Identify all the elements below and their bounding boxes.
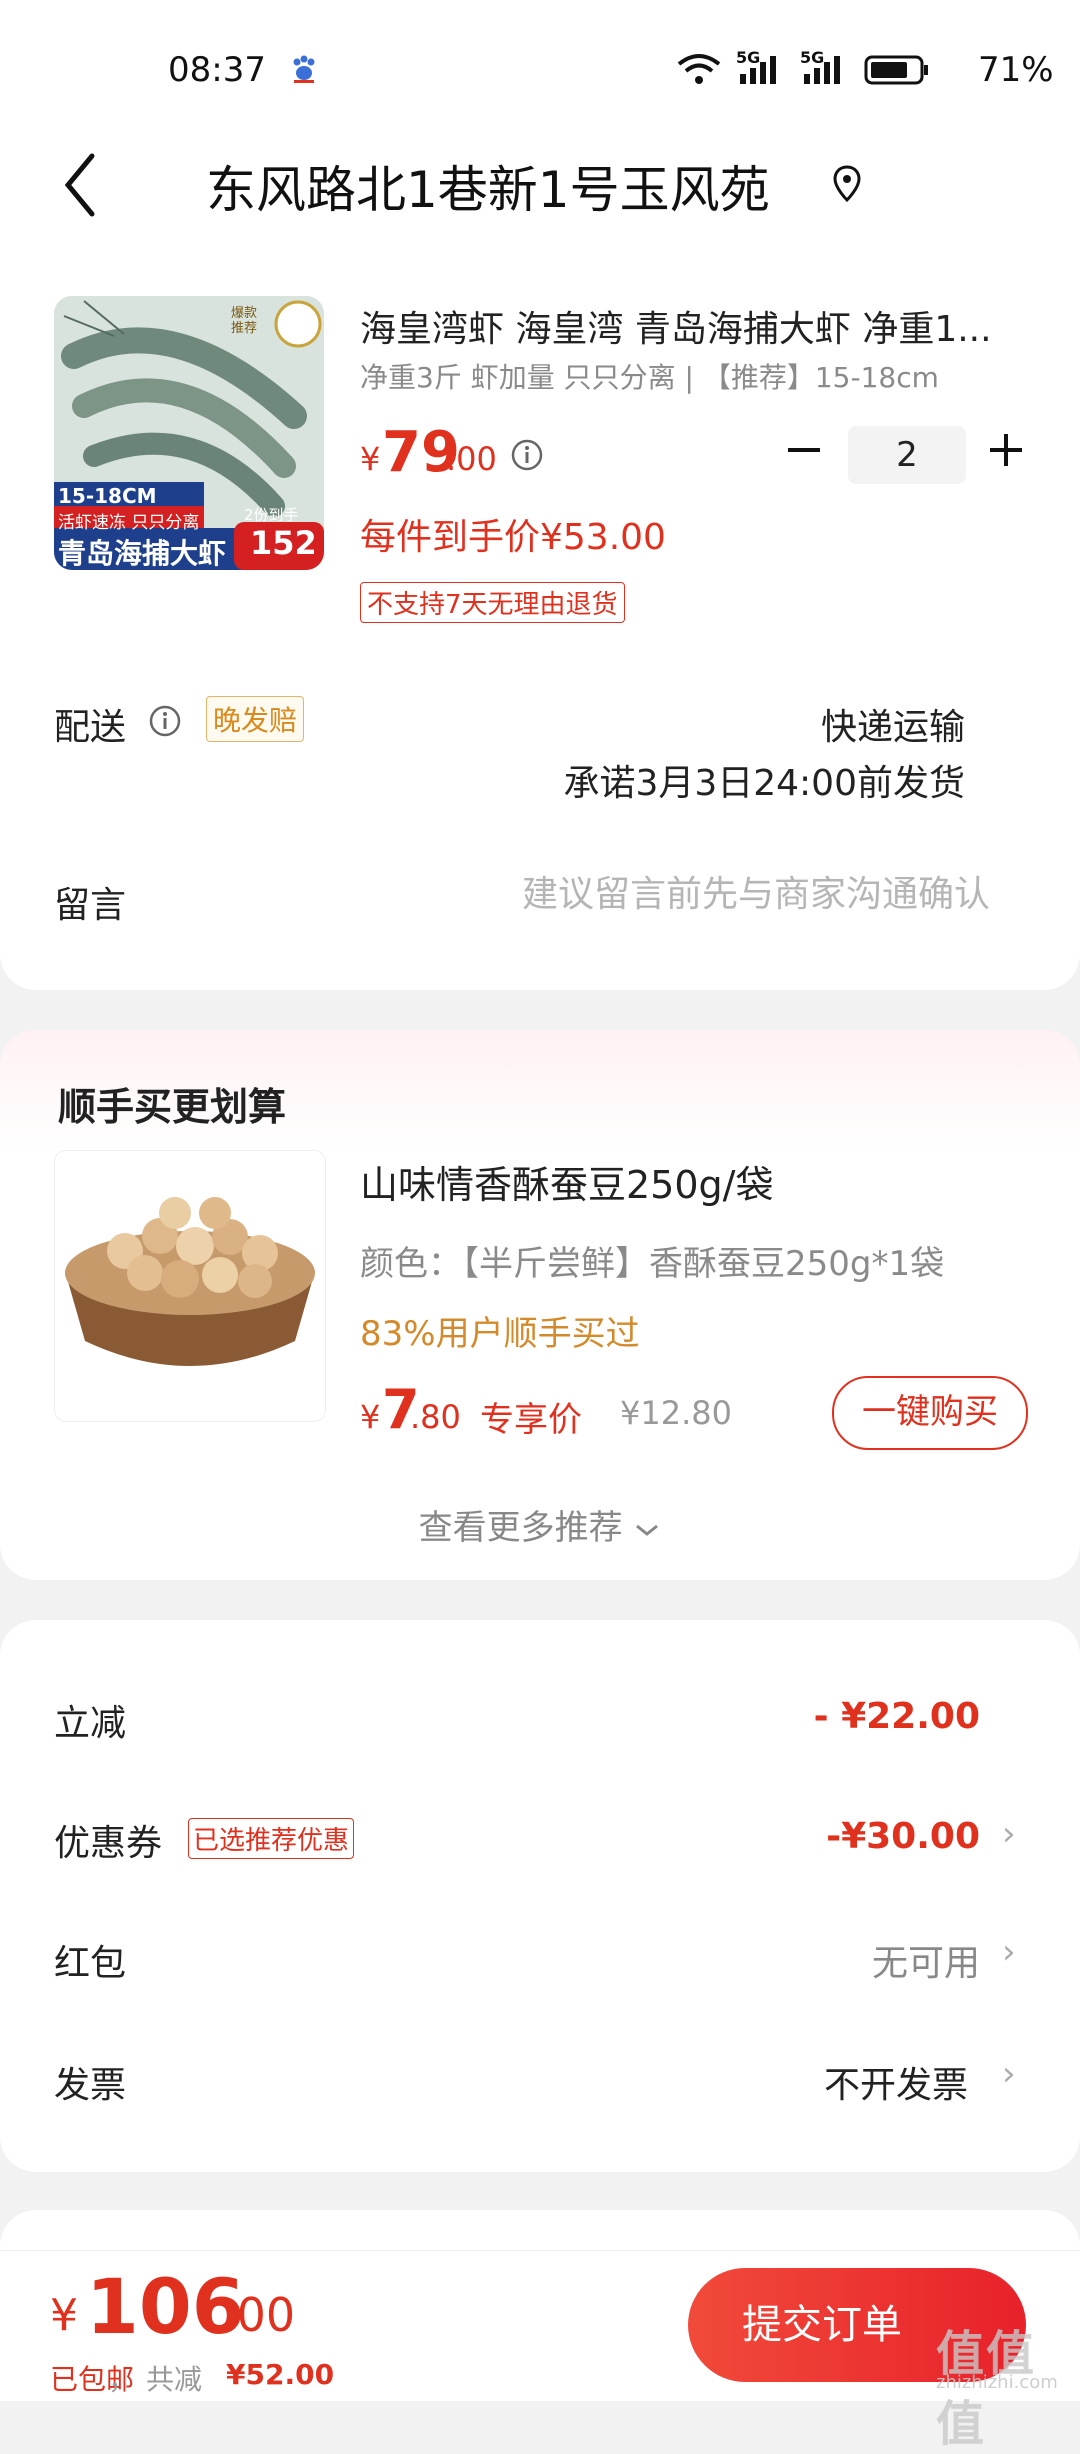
increase-quantity-button[interactable]: [988, 432, 1024, 468]
coupon-selected-badge: 已选推荐优惠: [188, 1818, 355, 1859]
signal-icon: [740, 56, 776, 84]
message-label: 留言: [54, 885, 127, 926]
beans-bowl-illustration: [55, 1151, 325, 1421]
submit-order-label: 提交订单: [742, 2302, 902, 2348]
coupon-value[interactable]: -¥30.00: [826, 1816, 980, 1857]
upsell-price-symbol: ¥: [360, 1398, 381, 1436]
red-packet-chevron-icon[interactable]: ›: [1002, 1932, 1016, 1972]
battery-percent: 71%: [978, 50, 1054, 90]
watermark-sub: zhizhizhi.com: [936, 2372, 1058, 2393]
product-spec[interactable]: 净重3斤 虾加量 只只分离 | 【推荐】15-18cm: [360, 356, 1040, 396]
shipping-label: 配送: [54, 707, 127, 748]
more-recommendations[interactable]: 查看更多推荐: [0, 1500, 1080, 1549]
total-symbol: ¥: [50, 2290, 78, 2341]
price-decimal: .00: [446, 440, 497, 478]
image-size-label: 15-18CM: [58, 484, 157, 508]
image-promo-label: 2份到手: [244, 506, 299, 524]
instant-discount-label: 立减: [54, 1703, 127, 1744]
image-promo-price: 152: [250, 524, 317, 562]
info-icon[interactable]: [510, 438, 544, 472]
delivery-address[interactable]: 东风路北1巷新1号玉风苑: [206, 150, 770, 222]
paw-icon: [293, 55, 315, 83]
upsell-price-decimal: .80: [410, 1398, 461, 1436]
invoice-label: 发票: [54, 2065, 127, 2106]
location-pin-icon[interactable]: [832, 164, 862, 204]
upsell-social-proof: 83%用户顺手买过: [360, 1314, 640, 1354]
battery-icon: [864, 55, 928, 85]
coupon-chevron-icon[interactable]: ›: [1002, 1814, 1016, 1854]
upsell-product-title[interactable]: 山味情香酥蚕豆250g/袋: [360, 1154, 773, 1209]
message-input[interactable]: [390, 874, 990, 915]
shipping-method: 快递运输: [820, 707, 965, 748]
more-recommendations-label: 查看更多推荐: [418, 1508, 623, 1548]
image-tag-2: 青岛海捕大虾: [58, 537, 227, 570]
price-symbol: ¥: [360, 440, 381, 478]
shipping-info-icon[interactable]: [148, 704, 182, 738]
instant-discount-value: - ¥22.00: [813, 1696, 980, 1737]
back-arrow-icon[interactable]: [60, 150, 100, 220]
red-packet-value[interactable]: 无可用: [872, 1934, 980, 1986]
unit-final-price: 每件到手价¥53.00: [360, 517, 666, 558]
total-integer: 106: [86, 2262, 245, 2351]
decrease-quantity-button[interactable]: [786, 432, 822, 468]
signal-icon-2: [804, 56, 840, 84]
total-decimal: .00: [222, 2288, 296, 2342]
invoice-value[interactable]: 不开发票: [824, 2056, 968, 2108]
image-tag-1: 活虾速冻 只只分离: [58, 513, 200, 533]
product-title[interactable]: 海皇湾虾 海皇湾 青岛海捕大虾 净重1...: [360, 300, 1030, 352]
invoice-chevron-icon[interactable]: ›: [1002, 2054, 1016, 2094]
status-time: 08:37: [168, 50, 266, 90]
saved-label: 共减: [146, 2363, 203, 2396]
coupon-label: 优惠券: [54, 1823, 163, 1864]
saved-value: ¥52.00: [226, 2358, 335, 2391]
wifi-icon: [677, 54, 721, 84]
upsell-title: 顺手买更划算: [58, 1085, 287, 1129]
separator: ，: [108, 2363, 137, 2396]
no-return-badge: 不支持7天无理由退货: [360, 582, 625, 623]
upsell-product-spec: 颜色：【半斤尝鲜】香酥蚕豆250g*1袋: [360, 1244, 945, 1284]
one-click-buy-button[interactable]: 一键购买: [832, 1376, 1028, 1450]
late-compensation-badge: 晚发赔: [206, 696, 305, 742]
image-badge: 爆款推荐: [230, 306, 257, 336]
shipping-promise: 承诺3月3日24:00前发货: [563, 763, 965, 804]
quantity-value[interactable]: 2: [848, 426, 966, 484]
upsell-product-image[interactable]: [54, 1150, 326, 1422]
upsell-original-price: ¥12.80: [620, 1394, 732, 1432]
red-packet-label: 红包: [54, 1943, 127, 1984]
chevron-down-icon: [636, 1524, 659, 1536]
upsell-price-tag: 专享价: [480, 1400, 582, 1440]
